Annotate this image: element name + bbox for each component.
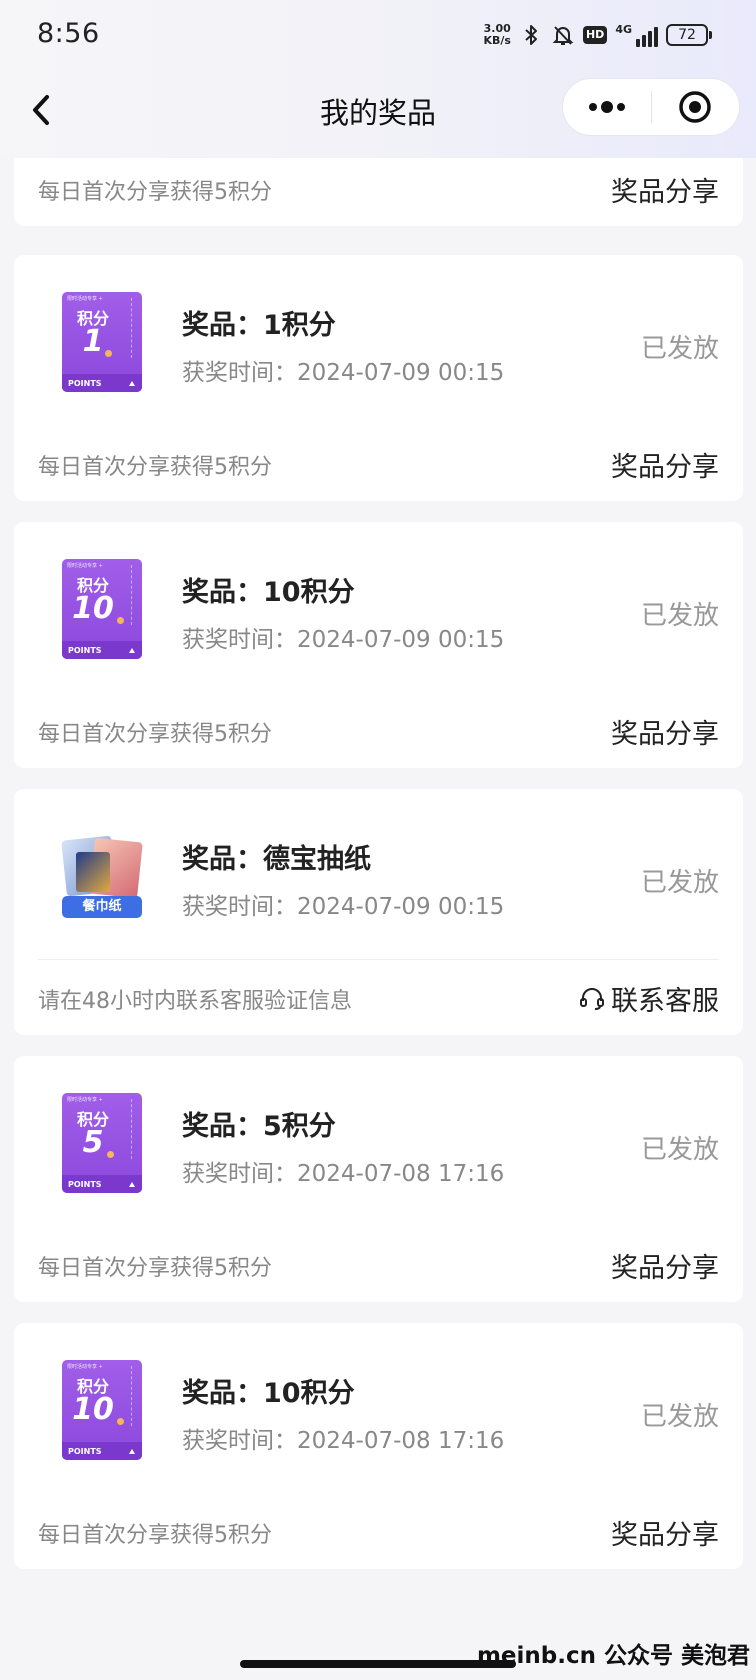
share-prize-button[interactable]: 奖品分享 xyxy=(611,1246,719,1285)
footer-hint: 每日首次分享获得5积分 xyxy=(38,722,272,747)
share-prize-button[interactable]: 奖品分享 xyxy=(611,445,719,484)
ticket-points: POINTS xyxy=(68,379,102,388)
home-indicator[interactable] xyxy=(240,1660,516,1668)
ticket-number: 5 xyxy=(82,1125,104,1160)
more-button[interactable] xyxy=(563,79,651,135)
mini-program-capsule xyxy=(562,78,740,136)
close-mini-program-button[interactable] xyxy=(652,79,740,135)
ticket-points: POINTS xyxy=(68,1447,102,1456)
ticket-points: POINTS xyxy=(68,646,102,655)
share-prize-label: 奖品分享 xyxy=(611,452,719,483)
prize-name: 奖品：5积分 xyxy=(182,1111,336,1142)
prize-card: 限时活动专享 + 积分 1 POINTS 奖品：1积分 获奖时间：2024-07… xyxy=(14,255,743,501)
prize-info: 限时活动专享 + 积分 1 POINTS 奖品：1积分 获奖时间：2024-07… xyxy=(14,255,743,425)
net-speed-unit: KB/s xyxy=(483,34,511,47)
ticket-points: POINTS xyxy=(68,1180,102,1189)
prize-time: 获奖时间：2024-07-09 00:15 xyxy=(182,627,505,653)
ticket-number: 1 xyxy=(82,324,104,359)
card-footer: 每日首次分享获得5积分 奖品分享 xyxy=(14,1226,743,1302)
bluetooth-icon xyxy=(525,25,537,45)
prize-info: 限时活动专享 + 积分 10 POINTS 奖品：10积分 获奖时间：2024-… xyxy=(14,1323,743,1493)
net-speed: 3.00 KB/s xyxy=(483,23,510,47)
prize-name: 奖品：10积分 xyxy=(182,577,355,608)
prize-status: 已发放 xyxy=(640,1135,719,1165)
footer-hint: 每日首次分享获得5积分 xyxy=(38,1523,272,1548)
prize-time: 获奖时间：2024-07-08 17:16 xyxy=(182,1161,505,1187)
points-ticket-image: 限时活动专享 + 积分 1 POINTS xyxy=(62,292,142,392)
ticket-number: 10 xyxy=(72,1392,114,1427)
footer-hint: 每日首次分享获得5积分 xyxy=(38,1256,272,1281)
prize-status: 已发放 xyxy=(640,868,719,898)
points-ticket-image: 限时活动专享 + 积分 5 POINTS xyxy=(62,1093,142,1193)
prize-card: 餐巾纸 奖品：德宝抽纸 获奖时间：2024-07-09 00:15 已发放 请在… xyxy=(14,789,743,1035)
points-ticket-image: 限时活动专享 + 积分 10 POINTS xyxy=(62,1360,142,1460)
prize-card: 限时活动专享 + 积分 10 POINTS 奖品：10积分 获奖时间：2024-… xyxy=(14,1323,743,1569)
footer-hint: 每日首次分享获得5积分 xyxy=(38,455,272,480)
prize-time: 获奖时间：2024-07-08 17:16 xyxy=(182,1428,505,1454)
card-footer: 每日首次分享获得5积分 奖品分享 xyxy=(14,1493,743,1569)
prize-status: 已发放 xyxy=(640,334,719,364)
ticket-number: 10 xyxy=(72,591,114,626)
status-time: 8:56 xyxy=(37,18,100,49)
share-prize-label: 奖品分享 xyxy=(611,177,719,208)
prize-info: 限时活动专享 + 积分 10 POINTS 奖品：10积分 获奖时间：2024-… xyxy=(14,522,743,692)
signal-icon: 4G xyxy=(615,23,658,47)
prize-time: 获奖时间：2024-07-09 00:15 xyxy=(182,360,505,386)
footer-hint: 每日首次分享获得5积分 xyxy=(38,180,272,205)
prize-card: 限时活动专享 + 积分 10 POINTS 奖品：10积分 获奖时间：2024-… xyxy=(14,522,743,768)
prize-name: 奖品：1积分 xyxy=(182,310,336,341)
share-prize-label: 奖品分享 xyxy=(611,1253,719,1284)
prize-info: 餐巾纸 奖品：德宝抽纸 获奖时间：2024-07-09 00:15 已发放 xyxy=(14,789,743,959)
watermark: meinb.cn 公众号 美泡君 xyxy=(476,1643,750,1669)
network-type: 4G xyxy=(615,23,632,36)
points-ticket-image: 限时活动专享 + 积分 10 POINTS xyxy=(62,559,142,659)
footer-hint: 请在48小时内联系客服验证信息 xyxy=(38,989,352,1014)
page: 8:56 3.00 KB/s HD 4G 72 我的奖品 每日首次分享获得5积分… xyxy=(0,0,756,1680)
share-prize-label: 奖品分享 xyxy=(611,1520,719,1551)
share-prize-label: 奖品分享 xyxy=(611,719,719,750)
contact-support-button[interactable]: 联系客服 xyxy=(579,979,719,1018)
share-prize-button[interactable]: 奖品分享 xyxy=(611,1513,719,1552)
prize-name: 奖品：德宝抽纸 xyxy=(182,844,371,875)
battery-level: 72 xyxy=(678,27,696,43)
prize-status: 已发放 xyxy=(640,1402,719,1432)
card-footer: 请在48小时内联系客服验证信息 联系客服 xyxy=(14,959,743,1035)
contact-support-label: 联系客服 xyxy=(611,986,719,1017)
prize-card: 限时活动专享 + 积分 5 POINTS 奖品：5积分 获奖时间：2024-07… xyxy=(14,1056,743,1302)
prize-name: 奖品：10积分 xyxy=(182,1378,355,1409)
prize-time: 获奖时间：2024-07-09 00:15 xyxy=(182,894,505,920)
share-prize-button[interactable]: 奖品分享 xyxy=(611,712,719,751)
card-footer: 每日首次分享获得5积分 奖品分享 xyxy=(14,150,743,226)
more-dots-icon xyxy=(588,101,625,113)
tissue-product-image: 餐巾纸 xyxy=(61,826,143,926)
hd-badge: HD xyxy=(582,26,608,44)
share-prize-button[interactable]: 奖品分享 xyxy=(611,170,719,209)
status-icons: 3.00 KB/s HD 4G 72 xyxy=(483,18,712,52)
tissue-label: 餐巾纸 xyxy=(62,896,142,918)
card-footer: 每日首次分享获得5积分 奖品分享 xyxy=(14,692,743,768)
card-footer: 每日首次分享获得5积分 奖品分享 xyxy=(14,425,743,501)
headset-icon xyxy=(580,987,604,1010)
target-close-icon xyxy=(679,91,711,123)
mute-bell-icon xyxy=(552,26,574,45)
top-bar: 8:56 3.00 KB/s HD 4G 72 我的奖品 xyxy=(0,0,756,158)
battery-icon: 72 xyxy=(666,24,712,46)
prize-status: 已发放 xyxy=(640,601,719,631)
prize-info: 限时活动专享 + 积分 5 POINTS 奖品：5积分 获奖时间：2024-07… xyxy=(14,1056,743,1226)
